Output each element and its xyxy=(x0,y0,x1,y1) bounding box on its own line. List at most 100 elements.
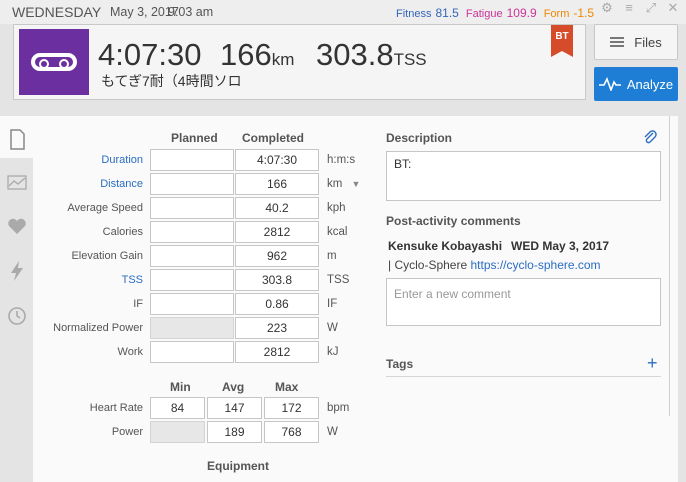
duration-planned[interactable] xyxy=(150,149,234,171)
fatigue-label: Fatigue xyxy=(465,8,503,20)
analyze-label: Analyze xyxy=(626,76,674,92)
avg-speed-unit: kph xyxy=(327,202,346,214)
heart-rate-label: Heart Rate xyxy=(89,402,143,414)
comment-body: | Cyclo-Sphere https://cyclo-sphere.com xyxy=(388,258,601,272)
max-header: Max xyxy=(275,380,299,394)
completed-header: Completed xyxy=(242,131,305,145)
description-header: Description xyxy=(386,131,453,145)
work-label: Work xyxy=(117,346,143,358)
bt-badge: BT xyxy=(551,25,573,57)
left-nav xyxy=(0,116,33,482)
calories-planned[interactable] xyxy=(150,221,234,243)
elevation-planned[interactable] xyxy=(150,245,234,267)
files-label: Files xyxy=(634,34,662,50)
if-completed[interactable]: 0.86 xyxy=(235,293,319,315)
hr-unit: bpm xyxy=(327,402,350,414)
lightning-icon[interactable] xyxy=(5,257,29,285)
distance-completed[interactable]: 166 xyxy=(235,173,319,195)
avg-speed-label: Average Speed xyxy=(67,202,143,214)
np-completed[interactable]: 223 xyxy=(235,317,319,339)
workout-panel: Planned Completed Duration 4:07:30 h:m:s… xyxy=(33,116,678,482)
pulse-icon xyxy=(598,77,621,91)
tss-unit: TSS xyxy=(327,274,350,286)
fatigue-value: 109.9 xyxy=(506,6,537,20)
description-field[interactable]: BT: xyxy=(386,151,661,201)
tags-divider xyxy=(386,376,661,377)
chart-icon[interactable] xyxy=(5,168,29,196)
workout-title[interactable]: もてぎ7耐（4時間ソロ xyxy=(101,71,242,91)
calories-completed[interactable]: 2812 xyxy=(235,221,319,243)
chevron-down-icon[interactable]: ▼ xyxy=(352,179,361,189)
planned-header: Planned xyxy=(171,131,218,145)
header-tss: 303.8TSS xyxy=(316,37,427,72)
comment-link[interactable]: https://cyclo-sphere.com xyxy=(471,258,601,272)
analyze-button[interactable]: Analyze xyxy=(594,67,678,101)
clock-icon[interactable] xyxy=(5,302,29,330)
fitness-label: Fitness xyxy=(396,8,432,20)
tags-header: Tags xyxy=(386,357,414,371)
fitness-value: 81.5 xyxy=(435,6,459,20)
tss-label[interactable]: TSS xyxy=(33,274,143,286)
list-icon xyxy=(610,37,625,47)
min-header: Min xyxy=(170,380,191,394)
window-controls: ⚙ ≡ ⤢ ✕ xyxy=(596,0,684,16)
comment-input[interactable]: Enter a new comment xyxy=(386,278,661,326)
distance-unit[interactable]: km ▼ xyxy=(327,178,360,190)
paperclip-icon[interactable] xyxy=(643,129,657,145)
header-tss-unit: TSS xyxy=(393,50,427,69)
if-planned[interactable] xyxy=(150,293,234,315)
power-avg[interactable]: 189 xyxy=(207,421,262,443)
avg-header: Avg xyxy=(222,380,245,394)
if-unit: IF xyxy=(327,298,338,310)
duration-label[interactable]: Duration xyxy=(33,154,143,166)
avg-speed-planned[interactable] xyxy=(150,197,234,219)
comment-text: | Cyclo-Sphere xyxy=(388,258,468,272)
expand-icon[interactable]: ⤢ xyxy=(640,0,662,16)
tss-completed[interactable]: 303.8 xyxy=(235,269,319,291)
duration-completed[interactable]: 4:07:30 xyxy=(235,149,319,171)
power-label: Power xyxy=(111,426,143,438)
form-label: Form xyxy=(543,8,570,20)
comment-date: WED May 3, 2017 xyxy=(511,239,610,253)
hr-min[interactable]: 84 xyxy=(150,397,205,419)
elevation-unit: m xyxy=(327,250,337,262)
document-icon[interactable] xyxy=(5,126,29,154)
header-distance-unit: km xyxy=(271,50,295,69)
np-planned xyxy=(150,317,234,339)
hr-avg[interactable]: 147 xyxy=(207,397,262,419)
calories-unit: kcal xyxy=(327,226,348,238)
menu-icon[interactable]: ≡ xyxy=(618,0,640,16)
bike-chain-icon[interactable] xyxy=(19,29,89,95)
work-unit: kJ xyxy=(327,346,339,358)
workout-header: 4:07:30 166km 303.8TSS もてぎ7耐（4時間ソロ BT xyxy=(13,24,586,100)
comments-header: Post-activity comments xyxy=(386,214,521,228)
calories-label: Calories xyxy=(102,226,143,238)
elevation-completed[interactable]: 962 xyxy=(235,245,319,267)
heart-icon[interactable] xyxy=(5,212,29,240)
duration-unit: h:m:s xyxy=(327,154,356,166)
elevation-label: Elevation Gain xyxy=(71,250,143,262)
workout-time: 9:03 am xyxy=(168,5,214,19)
header-duration: 4:07:30 xyxy=(98,37,202,72)
power-max[interactable]: 768 xyxy=(264,421,319,443)
tss-planned[interactable] xyxy=(150,269,234,291)
avg-speed-completed[interactable]: 40.2 xyxy=(235,197,319,219)
scrollbar-track[interactable] xyxy=(669,116,670,416)
equipment-header: Equipment xyxy=(207,459,269,473)
power-min xyxy=(150,421,205,443)
work-completed[interactable]: 2812 xyxy=(235,341,319,363)
files-button[interactable]: Files xyxy=(594,24,678,60)
work-planned[interactable] xyxy=(150,341,234,363)
day-of-week: WEDNESDAY xyxy=(12,4,102,20)
power-unit: W xyxy=(327,426,338,438)
add-tag-button[interactable]: + xyxy=(647,353,658,374)
np-unit: W xyxy=(327,322,338,334)
if-label: IF xyxy=(133,298,143,310)
hr-max[interactable]: 172 xyxy=(264,397,319,419)
distance-planned[interactable] xyxy=(150,173,234,195)
close-icon[interactable]: ✕ xyxy=(662,0,684,16)
form-value: -1.5 xyxy=(573,6,595,20)
gear-icon[interactable]: ⚙ xyxy=(596,0,618,16)
distance-label[interactable]: Distance xyxy=(33,178,143,190)
comment-author: Kensuke Kobayashi xyxy=(388,239,503,253)
